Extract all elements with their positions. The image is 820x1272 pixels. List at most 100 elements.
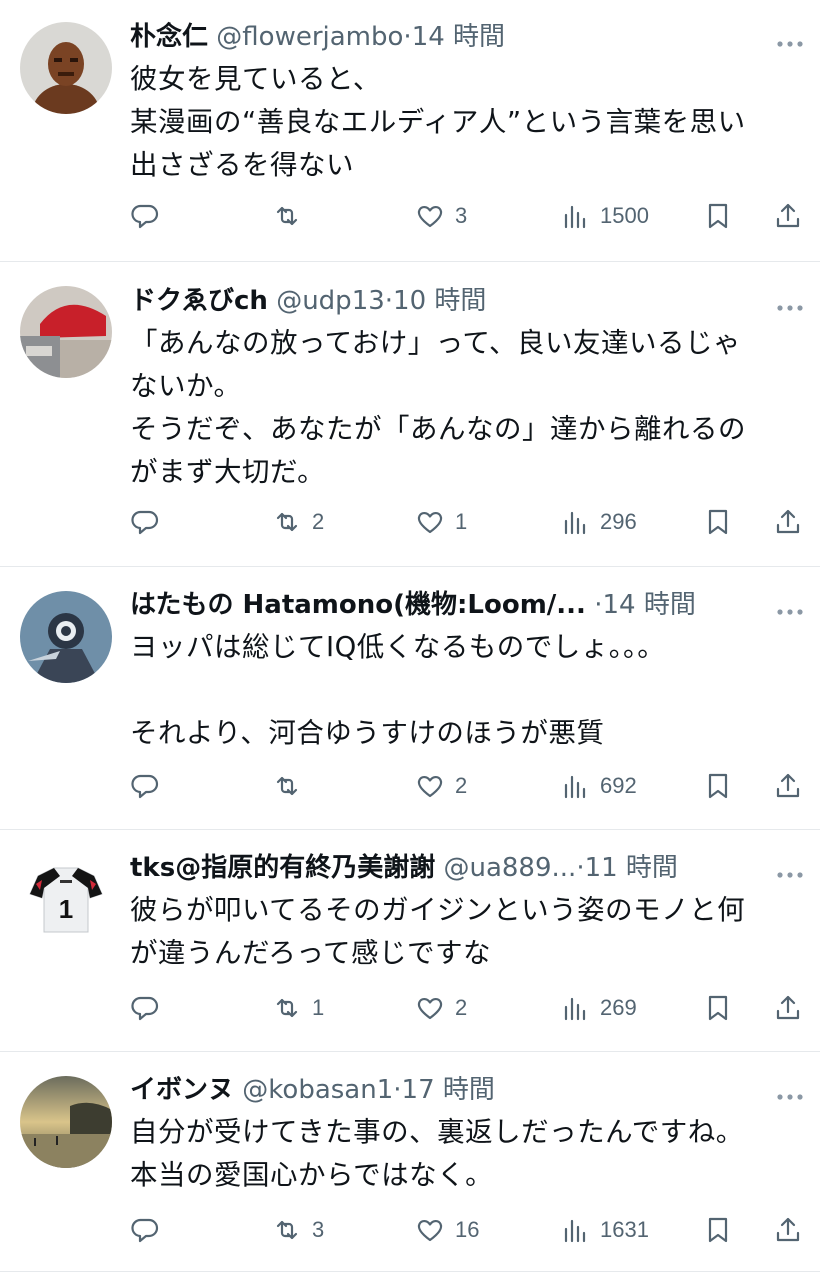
- reply-icon: [130, 201, 160, 231]
- post-header: ドクゑびch @udp13·10 時間: [130, 282, 756, 320]
- avatar[interactable]: 1: [20, 854, 112, 946]
- reply-icon: [130, 771, 160, 801]
- action-bar: 1 2 269: [130, 988, 810, 1028]
- reply-post[interactable]: はたもの Hatamono(機物:Loom/... ·14 時間 ヨッパは総じてI…: [0, 567, 820, 830]
- user-handle[interactable]: @flowerjambo: [216, 22, 403, 52]
- views-button[interactable]: 296: [560, 502, 637, 542]
- more-dots-icon[interactable]: [776, 1086, 804, 1100]
- share-button[interactable]: [773, 502, 803, 542]
- post-header: 朴念仁 @flowerjambo·14 時間: [130, 18, 756, 56]
- bookmark-button[interactable]: [703, 1210, 733, 1250]
- jersey-number: 1: [59, 894, 73, 924]
- reply-post[interactable]: イボンヌ @kobasan1·17 時間 自分が受けてきた事の、裏返しだったんです…: [0, 1052, 820, 1272]
- reply-button[interactable]: [130, 196, 170, 236]
- post-text-line: 自分が受けてきた事の、裏返しだったんですね。: [130, 1116, 744, 1148]
- repost-button[interactable]: [272, 766, 312, 806]
- display-name[interactable]: ドクゑびch: [130, 286, 268, 316]
- views-button[interactable]: 1500: [560, 196, 649, 236]
- repost-icon: [272, 771, 302, 801]
- share-button[interactable]: [773, 988, 803, 1028]
- bookmark-button[interactable]: [703, 766, 733, 806]
- reply-post[interactable]: 1 tks@指原的有終乃美謝謝 @ua889...·11 時間彼らが叩いてるそのガ…: [0, 830, 820, 1052]
- repost-button[interactable]: 2: [272, 502, 324, 542]
- views-button[interactable]: 269: [560, 988, 637, 1028]
- bookmark-button[interactable]: [703, 988, 733, 1028]
- separator-dot: ·: [384, 286, 394, 316]
- action-bar: 3 16 1631: [130, 1210, 810, 1250]
- reply-button[interactable]: [130, 502, 170, 542]
- post-text-line: がまず大切だ。: [130, 456, 326, 488]
- bookmark-button[interactable]: [703, 502, 733, 542]
- more-dots-icon[interactable]: [776, 297, 804, 311]
- post-time[interactable]: 14 時間: [602, 590, 695, 620]
- repost-button[interactable]: [272, 196, 312, 236]
- views-button[interactable]: 1631: [560, 1210, 649, 1250]
- post-time[interactable]: 14 時間: [412, 22, 505, 52]
- separator-dot: ·: [403, 22, 412, 52]
- likes-count: 3: [455, 203, 468, 228]
- avatar[interactable]: [20, 1076, 112, 1168]
- user-handle[interactable]: @ua889...: [443, 853, 576, 883]
- repost-button[interactable]: 1: [272, 988, 324, 1028]
- analytics-icon: [560, 1215, 590, 1245]
- post-time[interactable]: 17 時間: [402, 1075, 495, 1105]
- post-time[interactable]: 10 時間: [393, 286, 486, 316]
- reply-button[interactable]: [130, 1210, 170, 1250]
- avatar[interactable]: [20, 22, 112, 114]
- post-time[interactable]: 11 時間: [585, 853, 678, 883]
- reply-icon: [130, 993, 160, 1023]
- post-header: tks@指原的有終乃美謝謝 @ua889...·11 時間: [130, 849, 756, 887]
- more-dots-icon[interactable]: [776, 864, 804, 878]
- repost-button[interactable]: 3: [272, 1210, 324, 1250]
- bookmark-icon: [703, 201, 733, 231]
- display-name[interactable]: tks@指原的有終乃美謝謝: [130, 853, 435, 883]
- heart-icon: [415, 201, 445, 231]
- post-text: 「あんなの放っておけ」って、良い友達いるじゃ ないか。 そうだぞ、あなたが「あんなの…: [130, 322, 800, 494]
- post-text: 彼女を見ていると、 某漫画の“善良なエルディア人”という言葉を思い 出さざるを得ない: [130, 58, 800, 187]
- post-text-line: 彼女を見ていると、: [130, 63, 381, 95]
- like-button[interactable]: 1: [415, 502, 467, 542]
- like-button[interactable]: 2: [415, 766, 467, 806]
- post-text-line: そうだぞ、あなたが「あんなの」達から離れるの: [130, 413, 746, 445]
- like-button[interactable]: 2: [415, 988, 467, 1028]
- share-button[interactable]: [773, 196, 803, 236]
- like-button[interactable]: 16: [415, 1210, 479, 1250]
- post-text-line: [130, 669, 800, 712]
- analytics-icon: [560, 201, 590, 231]
- user-handle[interactable]: @kobasan1: [242, 1075, 393, 1105]
- user-handle[interactable]: @udp13: [276, 286, 385, 316]
- views-count: 692: [600, 773, 637, 798]
- reposts-count: 1: [312, 995, 325, 1020]
- share-icon: [773, 507, 803, 537]
- share-icon: [773, 1215, 803, 1245]
- display-name[interactable]: イボンヌ: [130, 1075, 234, 1105]
- views-count: 296: [600, 509, 637, 534]
- repost-icon: [272, 993, 302, 1023]
- avatar[interactable]: [20, 591, 112, 683]
- repost-icon: [272, 201, 302, 231]
- more-dots-icon[interactable]: [776, 601, 804, 615]
- more-dots-icon[interactable]: [776, 33, 804, 47]
- bookmark-button[interactable]: [703, 196, 733, 236]
- reposts-count: 2: [312, 509, 325, 534]
- reply-button[interactable]: [130, 766, 170, 806]
- share-icon: [773, 201, 803, 231]
- display-name[interactable]: 朴念仁: [130, 22, 208, 52]
- action-bar: 2 1 296: [130, 502, 810, 542]
- share-button[interactable]: [773, 1210, 803, 1250]
- share-button[interactable]: [773, 766, 803, 806]
- repost-icon: [272, 507, 302, 537]
- avatar[interactable]: [20, 286, 112, 378]
- like-button[interactable]: 3: [415, 196, 467, 236]
- share-icon: [773, 993, 803, 1023]
- action-bar: 2 692: [130, 766, 810, 806]
- views-button[interactable]: 692: [560, 766, 637, 806]
- display-name[interactable]: はたもの Hatamono(機物:Loom/...: [130, 590, 586, 620]
- bookmark-icon: [703, 993, 733, 1023]
- reply-post[interactable]: 朴念仁 @flowerjambo·14 時間 彼女を見ていると、 某漫画の“善良なエ…: [0, 0, 820, 262]
- reply-post[interactable]: ドクゑびch @udp13·10 時間 「あんなの放っておけ」って、良い友達いるじ…: [0, 262, 820, 567]
- bookmark-icon: [703, 1215, 733, 1245]
- reply-button[interactable]: [130, 988, 170, 1028]
- bookmark-icon: [703, 771, 733, 801]
- post-text-line: 彼らが叩いてるそのガイジンという姿のモノと何: [130, 894, 746, 926]
